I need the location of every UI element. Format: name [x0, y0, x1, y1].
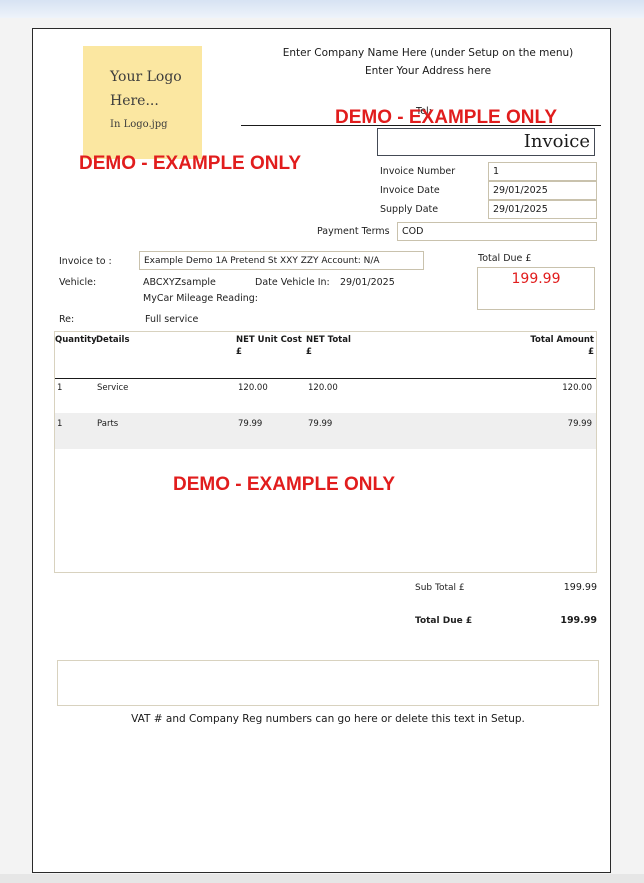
company-address: Enter Your Address here — [364, 65, 492, 77]
demo-watermark-left: DEMO - EXAMPLE ONLY — [79, 153, 302, 174]
invoice-number-label: Invoice Number — [380, 166, 456, 177]
window-top-strip — [0, 0, 644, 18]
logo-line-2: Here... — [110, 93, 159, 109]
row-net-total: 120.00 — [308, 383, 338, 393]
total-due-label: Total Due £ — [478, 253, 532, 264]
total-due-box: 199.99 — [477, 267, 595, 310]
invoice-date-field[interactable]: 29/01/2025 — [488, 181, 597, 200]
header-quantity: Quantity — [55, 335, 97, 345]
line-items-table: Quantity Details NET Unit Cost £ NET Tot… — [54, 331, 597, 573]
logo-line-3: In Logo.jpg — [110, 119, 168, 130]
date-vehicle-in-label: Date Vehicle In: — [255, 277, 330, 288]
header-net-total: NET Total — [306, 335, 351, 345]
vat-note: VAT # and Company Reg numbers can go her… — [131, 713, 525, 725]
row-total: 79.99 — [567, 419, 592, 429]
vehicle-value: ABCXYZsample — [143, 277, 216, 288]
row-unit-cost: 120.00 — [238, 383, 268, 393]
row-details: Parts — [97, 419, 119, 429]
logo-placeholder: Your Logo Here... In Logo.jpg — [83, 46, 202, 159]
supply-date-label: Supply Date — [380, 204, 439, 215]
row-total: 120.00 — [562, 383, 592, 393]
window-bottom-strip — [0, 874, 644, 883]
row-net-total: 79.99 — [308, 419, 333, 429]
total-due-summary-value: 199.99 — [560, 615, 597, 626]
vehicle-label: Vehicle: — [59, 277, 97, 288]
logo-line-1: Your Logo — [110, 69, 182, 85]
re-label: Re: — [59, 314, 75, 325]
invoice-title: Invoice — [523, 131, 590, 152]
demo-watermark-top: DEMO - EXAMPLE ONLY — [335, 107, 558, 128]
row-details: Service — [97, 383, 129, 393]
subtotal-value: 199.99 — [563, 582, 597, 593]
invoice-title-box: Invoice — [377, 128, 595, 156]
notes-box[interactable] — [57, 660, 599, 706]
row-quantity: 1 — [57, 419, 63, 429]
invoice-to-field[interactable]: Example Demo 1A Pretend St XXY ZZY Accou… — [139, 251, 424, 270]
demo-watermark-table: DEMO - EXAMPLE ONLY — [173, 474, 396, 495]
invoice-page: Your Logo Here... In Logo.jpg Enter Comp… — [32, 28, 611, 873]
payment-terms-field[interactable]: COD — [397, 222, 597, 241]
header-unit-cost: NET Unit Cost — [236, 335, 302, 345]
supply-date-field[interactable]: 29/01/2025 — [488, 200, 597, 219]
header-total-amount-currency: £ — [588, 347, 594, 357]
total-due-value: 199.99 — [511, 271, 561, 287]
header-details: Details — [96, 335, 130, 345]
subtotal-label: Sub Total £ — [415, 583, 465, 593]
re-value: Full service — [145, 314, 199, 325]
header-total-amount: Total Amount — [530, 335, 594, 345]
payment-terms-label: Payment Terms — [317, 226, 390, 237]
invoice-number-field[interactable]: 1 — [488, 162, 597, 181]
mileage-label: MyCar Mileage Reading: — [143, 293, 258, 304]
total-due-summary-label: Total Due £ — [415, 616, 473, 626]
table-row: 1 Parts 79.99 79.99 79.99 — [55, 413, 596, 449]
header-net-total-currency: £ — [306, 347, 312, 357]
table-row: 1 Service 120.00 120.00 120.00 — [55, 379, 596, 413]
date-vehicle-in-value: 29/01/2025 — [340, 277, 395, 288]
row-unit-cost: 79.99 — [238, 419, 263, 429]
header-unit-cost-currency: £ — [236, 347, 242, 357]
invoice-to-label: Invoice to : — [59, 256, 112, 267]
company-name: Enter Company Name Here (under Setup on … — [282, 47, 574, 59]
row-quantity: 1 — [57, 383, 63, 393]
invoice-date-label: Invoice Date — [380, 185, 440, 196]
